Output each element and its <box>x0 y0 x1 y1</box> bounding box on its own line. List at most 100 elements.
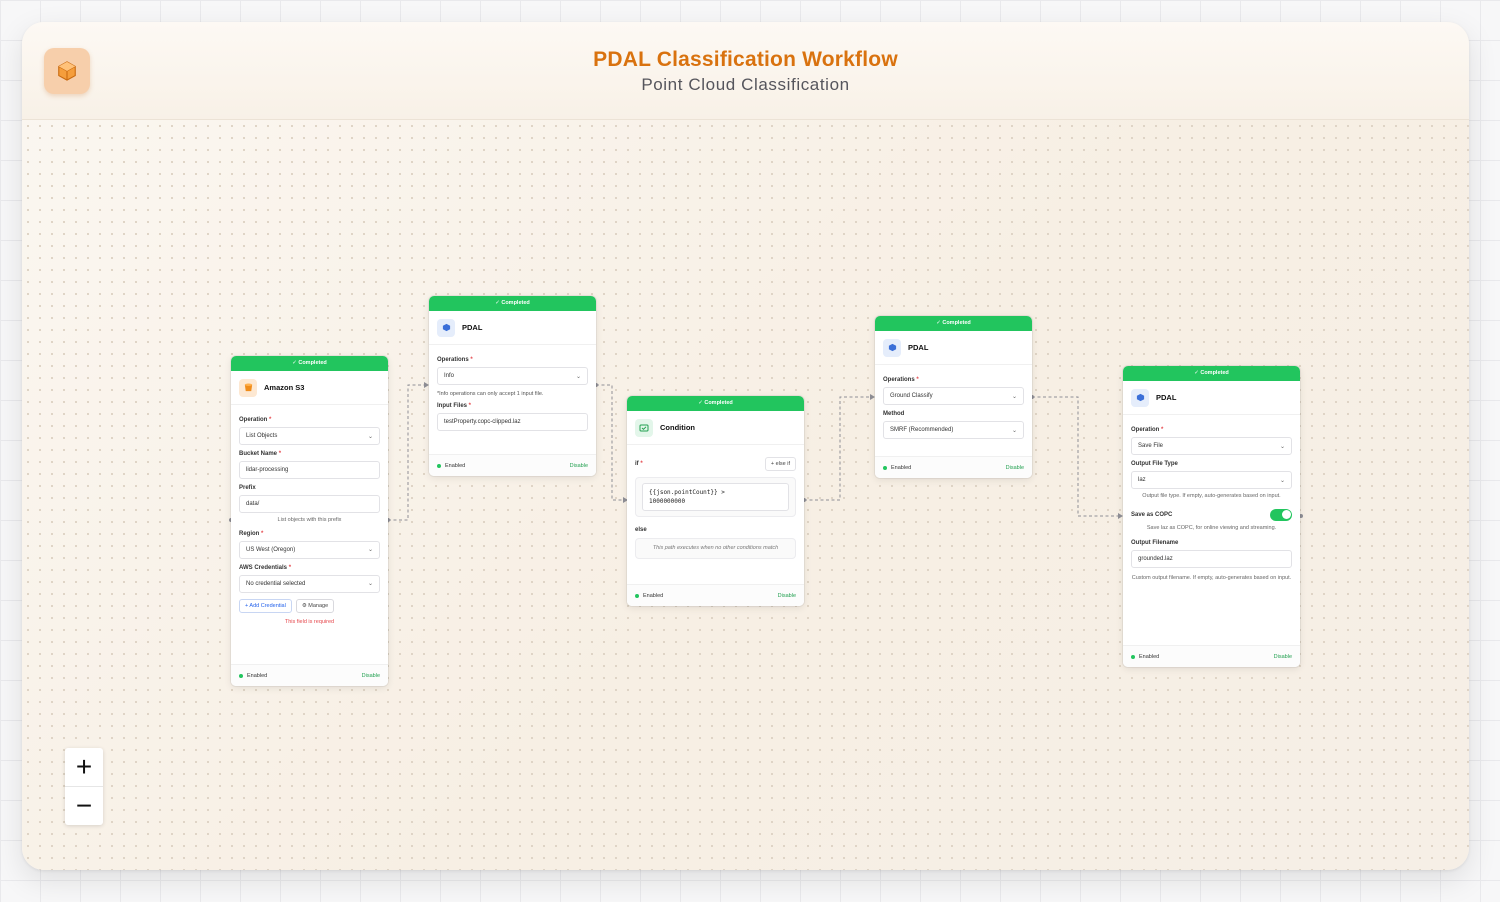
status-completed: ✓ Completed <box>875 316 1032 331</box>
prefix-hint: List objects with this prefix <box>277 517 342 523</box>
prefix-label: Prefix <box>239 485 256 491</box>
region-label: Region * <box>239 530 264 537</box>
enabled-status: Enabled <box>437 463 465 469</box>
node-footer: Enabled Disable <box>627 584 804 606</box>
node-footer: Enabled Disable <box>429 454 596 476</box>
chevron-down-icon: ⌄ <box>575 373 581 380</box>
chevron-down-icon: ⌄ <box>1011 393 1017 400</box>
add-else-if-button[interactable]: + else if <box>764 457 796 471</box>
copc-label: Save as COPC <box>1131 511 1173 518</box>
status-dot <box>437 463 441 468</box>
node-pdal-ground-classify[interactable]: ✓ Completed PDAL Operations * Ground Cla… <box>875 316 1032 478</box>
operations-label: Operations * <box>883 377 919 383</box>
node-pdal-info[interactable]: ✓ Completed PDAL Operations * Info ⌄ *Inf… <box>429 296 596 476</box>
chevron-down-icon: ⌄ <box>367 433 373 440</box>
condition-expression[interactable]: {{json.pointCount}} > 1000000000 <box>642 483 789 511</box>
node-header: Condition <box>627 411 804 445</box>
info-note: *Info operations can only accept 1 input… <box>437 391 544 397</box>
status-completed: ✓ Completed <box>1123 366 1300 381</box>
node-header: PDAL <box>1123 381 1300 415</box>
credentials-label: AWS Credentials * <box>239 564 292 571</box>
status-dot <box>1131 654 1135 659</box>
node-pdal-save-file[interactable]: ✓ Completed PDAL Operation * Save File ⌄ … <box>1123 366 1300 667</box>
input-files-input[interactable]: testProperty.copc-clipped.laz <box>437 413 588 431</box>
pdal-icon <box>1131 388 1149 407</box>
page-title: PDAL Classification Workflow <box>593 48 898 71</box>
chevron-down-icon: ⌄ <box>1279 477 1285 484</box>
chevron-down-icon: ⌄ <box>1011 427 1017 434</box>
status-dot <box>635 593 639 598</box>
page-subtitle: Point Cloud Classification <box>641 75 850 94</box>
bucket-label: Bucket Name * <box>239 451 282 457</box>
operation-label: Operation * <box>239 417 272 423</box>
error-message: This field is required <box>284 618 335 625</box>
operation-select[interactable]: List Objects ⌄ <box>239 427 380 445</box>
enabled-status: Enabled <box>635 593 663 599</box>
operations-select[interactable]: Ground Classify ⌄ <box>883 387 1024 405</box>
filename-hint: Custom output filename. If empty, auto-g… <box>1131 575 1292 582</box>
disable-button[interactable]: Disable <box>1274 654 1292 660</box>
disable-button[interactable]: Disable <box>570 463 588 469</box>
output-filename-input[interactable]: grounded.laz <box>1131 550 1292 569</box>
node-title: PDAL <box>908 343 929 352</box>
chevron-down-icon: ⌄ <box>1279 443 1285 450</box>
node-amazon-s3[interactable]: ✓ Completed Amazon S3 Operation * List O… <box>231 356 388 686</box>
prefix-input[interactable]: data/ <box>239 495 380 513</box>
operation-label: Operation * <box>1131 427 1164 433</box>
if-label: if * <box>635 461 643 467</box>
node-footer: Enabled Disable <box>875 456 1032 478</box>
status-completed: ✓ Completed <box>429 296 596 311</box>
node-title: Amazon S3 <box>264 383 305 392</box>
node-header: PDAL <box>429 311 596 345</box>
node-title: Condition <box>660 423 695 432</box>
output-type-select[interactable]: laz ⌄ <box>1131 471 1292 489</box>
pdal-icon <box>883 338 901 357</box>
output-type-hint: Output file type. If empty, auto-generat… <box>1142 493 1281 499</box>
node-footer: Enabled Disable <box>231 664 388 686</box>
region-select[interactable]: US West (Oregon) ⌄ <box>239 540 380 559</box>
credentials-select[interactable]: No credential selected ⌄ <box>239 574 380 593</box>
manage-button[interactable]: ⚙ Manage <box>295 598 335 613</box>
zoom-controls: + − <box>65 748 103 825</box>
node-title: PDAL <box>462 323 483 332</box>
node-title: PDAL <box>1156 393 1177 402</box>
if-branch: {{json.pointCount}} > 1000000000 <box>635 477 796 517</box>
status-completed: ✓ Completed <box>627 396 804 411</box>
bucket-name-input[interactable]: lidar-processing <box>239 461 380 479</box>
enabled-status: Enabled <box>883 465 911 471</box>
header: PDAL Classification Workflow Point Cloud… <box>22 22 1469 120</box>
method-label: Method <box>883 411 905 417</box>
operations-label: Operations * <box>437 357 473 363</box>
add-credential-button[interactable]: + Add Credential <box>239 598 292 613</box>
operations-select[interactable]: Info ⌄ <box>437 367 588 385</box>
status-dot <box>883 465 887 470</box>
s3-bucket-icon <box>239 378 257 397</box>
zoom-in-button[interactable]: + <box>65 748 103 786</box>
status-completed: ✓ Completed <box>231 356 388 371</box>
filename-label: Output Filename <box>1131 540 1179 547</box>
disable-button[interactable]: Disable <box>1006 465 1024 471</box>
status-dot <box>239 673 243 678</box>
workflow-window: PDAL Classification Workflow Point Cloud… <box>22 22 1469 870</box>
chevron-down-icon: ⌄ <box>367 547 373 554</box>
input-files-label: Input Files * <box>437 403 472 409</box>
output-type-label: Output File Type <box>1131 461 1178 467</box>
else-hint: This path executes when no other conditi… <box>635 538 796 559</box>
method-select[interactable]: SMRF (Recommended) ⌄ <box>883 421 1024 439</box>
copc-hint: Save laz as COPC, for online viewing and… <box>1146 524 1277 531</box>
disable-button[interactable]: Disable <box>362 673 380 679</box>
zoom-out-button[interactable]: − <box>65 786 103 825</box>
enabled-status: Enabled <box>1131 654 1159 660</box>
disable-button[interactable]: Disable <box>778 593 796 599</box>
node-footer: Enabled Disable <box>1123 645 1300 667</box>
operation-select[interactable]: Save File ⌄ <box>1131 437 1292 455</box>
else-label: else <box>635 527 647 533</box>
node-header: Amazon S3 <box>231 371 388 405</box>
copc-toggle[interactable] <box>1270 508 1292 521</box>
enabled-status: Enabled <box>239 673 267 679</box>
condition-icon <box>635 418 653 437</box>
node-condition[interactable]: ✓ Completed Condition if * + else if {{j… <box>627 396 804 606</box>
pdal-icon <box>437 318 455 337</box>
node-header: PDAL <box>875 331 1032 365</box>
chevron-down-icon: ⌄ <box>367 581 373 588</box>
